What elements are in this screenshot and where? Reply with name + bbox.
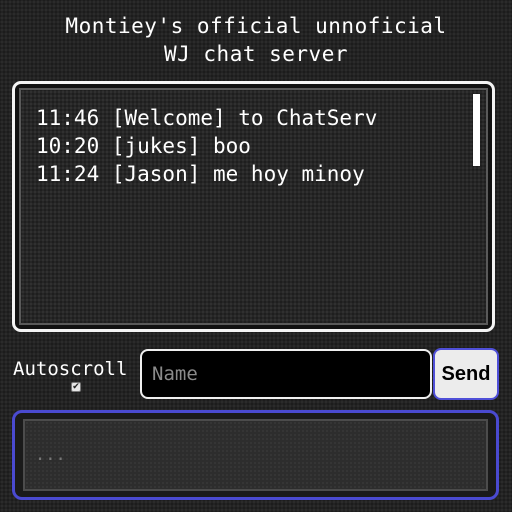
autoscroll-checkbox[interactable]: ✔ xyxy=(71,382,81,392)
chat-message: 10:20 [jukes] boo xyxy=(36,134,251,158)
chat-message: 11:24 [Jason] me hoy minoy xyxy=(36,162,365,186)
chat-log-panel: 11:46 [Welcome] to ChatServ 10:20 [jukes… xyxy=(12,81,495,332)
message-input[interactable] xyxy=(23,419,488,491)
send-button[interactable]: Send xyxy=(433,348,499,400)
message-panel xyxy=(12,410,499,500)
chat-scrollbar[interactable] xyxy=(473,94,480,166)
chat-message: 11:46 [Welcome] to ChatServ xyxy=(36,106,378,130)
title-line-2: WJ chat server xyxy=(163,42,348,66)
autoscroll-label: Autoscroll xyxy=(13,358,128,380)
page-title: Montiey's official unnoficial WJ chat se… xyxy=(0,12,512,68)
title-line-1: Montiey's official unnoficial xyxy=(65,14,447,38)
chat-log[interactable]: 11:46 [Welcome] to ChatServ 10:20 [jukes… xyxy=(19,88,488,325)
name-input[interactable] xyxy=(140,349,432,399)
